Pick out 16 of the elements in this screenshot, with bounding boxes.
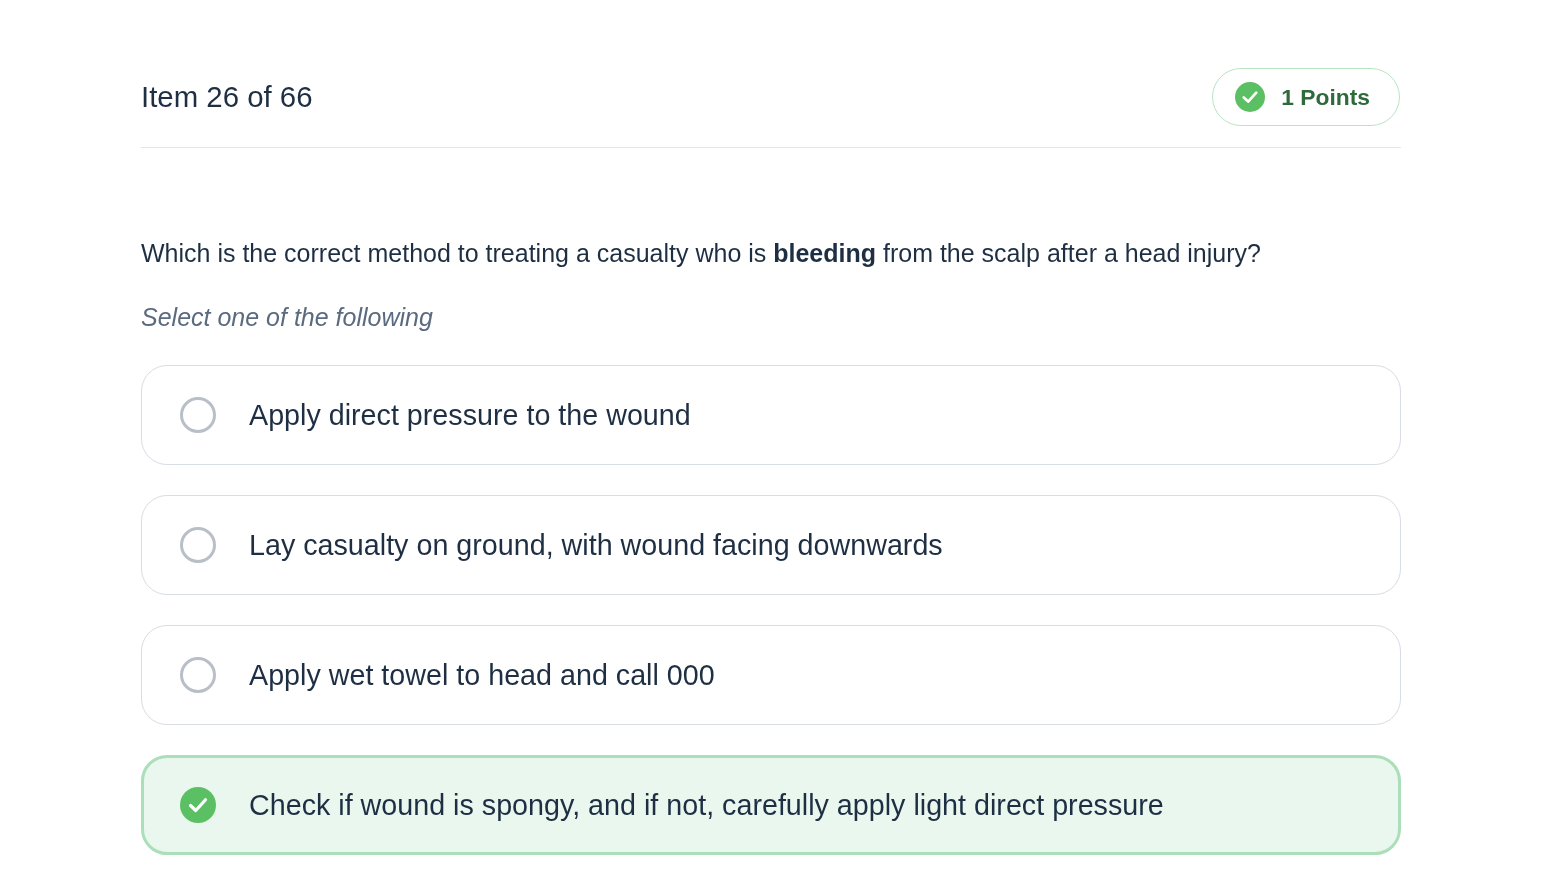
instruction-text: Select one of the following	[141, 302, 434, 333]
points-text: 1 Points	[1281, 83, 1370, 111]
option-text: Lay casualty on ground, with wound facing downwards	[249, 528, 943, 563]
item-counter: Item 26 of 66	[141, 80, 313, 114]
answer-option[interactable]: Apply wet towel to head and call 000	[141, 625, 1401, 725]
answer-option[interactable]: Apply direct pressure to the wound	[141, 365, 1401, 465]
radio-button[interactable]	[180, 397, 216, 433]
radio-button[interactable]	[180, 527, 216, 563]
answer-option[interactable]: Lay casualty on ground, with wound facing downwards	[141, 495, 1401, 595]
question-text: Which is the correct method to treating a casualty who is bleeding from the scalp after a head injury?	[141, 238, 1262, 269]
option-text: Check if wound is spongy, and if not, carefully apply light direct pressure	[249, 788, 1164, 823]
option-text: Apply wet towel to head and call 000	[249, 658, 715, 693]
answer-option[interactable]: Check if wound is spongy, and if not, carefully apply light direct pressure	[141, 755, 1401, 855]
option-text: Apply direct pressure to the wound	[249, 398, 691, 433]
radio-button[interactable]	[180, 657, 216, 693]
check-circle-icon	[1235, 82, 1266, 112]
